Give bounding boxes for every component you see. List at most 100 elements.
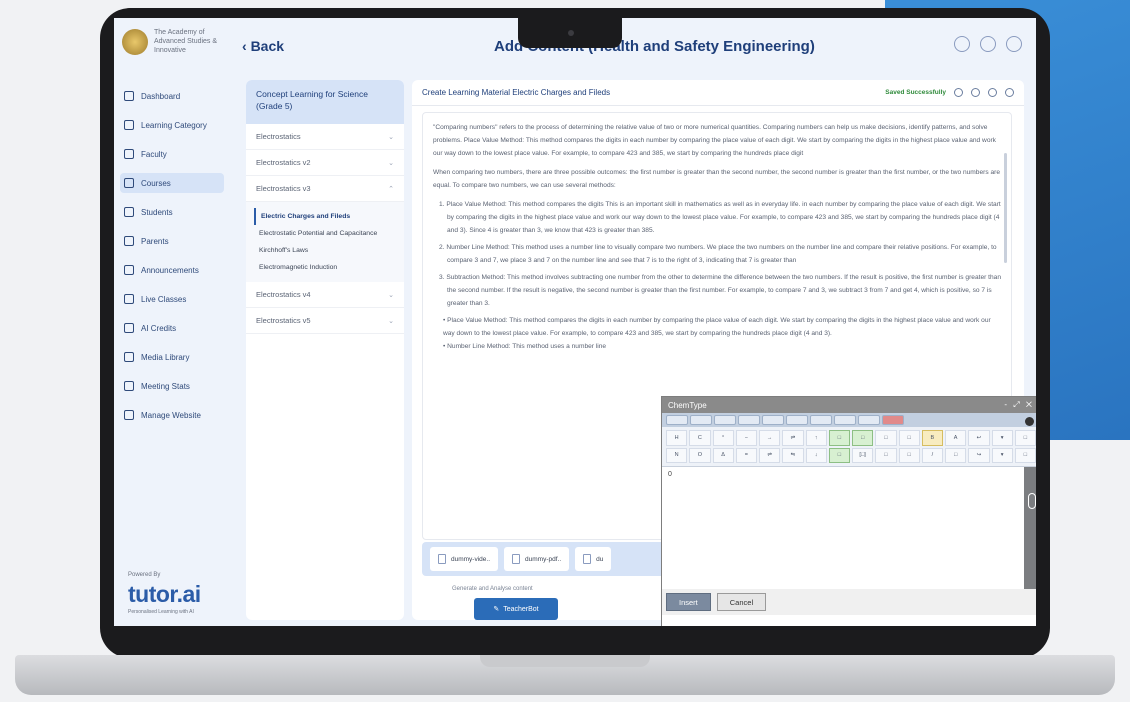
attachment-video[interactable]: dummy-vide.. [430, 547, 499, 571]
sidebar-item-parents[interactable]: Parents [120, 231, 224, 251]
content-header: Create Learning Material Electric Charge… [412, 80, 1024, 106]
expand-icon[interactable] [988, 88, 997, 97]
tool-cell[interactable]: H [666, 430, 688, 446]
chapter-label: Electrostatics v4 [256, 290, 311, 299]
chemtype-footer: Insert Cancel [662, 589, 1036, 615]
video-file-icon [438, 554, 446, 564]
tool-cell[interactable]: ⇌ [759, 447, 781, 463]
back-button[interactable]: ‹ Back [242, 38, 284, 54]
settings-gear-icon[interactable] [1006, 36, 1022, 52]
tool-cell[interactable]: C [689, 430, 711, 446]
lightbulb-icon[interactable] [954, 36, 970, 52]
cancel-button[interactable]: Cancel [716, 593, 767, 611]
tool-cell[interactable]: □ [875, 430, 897, 446]
org-logo[interactable]: The Academy of Advanced Studies & Innova… [122, 28, 224, 55]
tool-cell[interactable]: ↓ [805, 447, 827, 463]
attachment-file[interactable]: du [575, 547, 612, 571]
copy-icon[interactable] [971, 88, 980, 97]
tool-cell[interactable]: N [666, 447, 688, 463]
tab-greek[interactable] [690, 415, 712, 425]
tab-operators[interactable] [738, 415, 760, 425]
subtopic-item[interactable]: Electric Charges and Fileds [254, 208, 396, 225]
tab-arrows[interactable] [714, 415, 736, 425]
tool-cell[interactable]: □ [828, 430, 850, 446]
tool-cell[interactable]: □ [1014, 447, 1036, 463]
tool-cell[interactable]: □ [875, 447, 897, 463]
tab-functions[interactable] [858, 415, 880, 425]
tool-cell[interactable]: / [921, 447, 943, 463]
teacherbot-button[interactable]: ✎ TeacherBot [474, 598, 558, 620]
chapter-item[interactable]: Electrostatics v5 ⌄ [246, 308, 404, 334]
tool-cell[interactable]: ° [712, 430, 734, 446]
window-controls[interactable]: - ⤢ ✕ [1004, 400, 1034, 410]
chapter-item[interactable]: Electrostatics ⌄ [246, 124, 404, 150]
bullet-item: • Number Line Method: This method uses a… [443, 343, 607, 350]
tool-cell[interactable]: − [735, 430, 757, 446]
subtopic-item[interactable]: Electromagnetic Induction [254, 259, 396, 276]
tool-cell[interactable]: = [735, 447, 757, 463]
list-item: 1. Place Value Method: This method compa… [439, 201, 1001, 234]
sidebar-item-label: AI Credits [141, 323, 177, 333]
chapter-item[interactable]: Electrostatics v4 ⌄ [246, 282, 404, 308]
tab-format[interactable] [834, 415, 856, 425]
info-icon[interactable] [1005, 88, 1014, 97]
font-select[interactable]: ▾ [991, 430, 1013, 446]
scroll-knob-icon[interactable] [1028, 493, 1036, 509]
sidebar-item-dashboard[interactable]: Dashboard [120, 86, 224, 106]
sidebar-item-label: Students [141, 207, 173, 217]
tool-cell[interactable]: O [689, 447, 711, 463]
tool-cell[interactable]: Δ [712, 447, 734, 463]
chemtype-toolbar: H C ° − → ⇌ ↑ □ □ □ □ B A ↩ ▾ □ N O Δ = ⇌ ⇋ ↓ □ [□] □ □ / □ ↪ ▾ □ [662, 427, 1036, 467]
tool-cell[interactable]: □ [852, 430, 874, 446]
tool-cell[interactable]: ⇋ [782, 447, 804, 463]
sidebar-item-manage-website[interactable]: Manage Website [120, 405, 224, 425]
tool-cell[interactable]: □ [945, 447, 967, 463]
course-heading: Concept Learning for Science (Grade 5) [246, 80, 404, 124]
sidebar-item-courses[interactable]: Courses [120, 173, 224, 193]
chapter-item-expanded[interactable]: Electrostatics v3 ⌃ [246, 176, 404, 202]
sidebar-item-live-classes[interactable]: Live Classes [120, 289, 224, 309]
tool-cell[interactable]: □ [898, 430, 920, 446]
tool-cell[interactable]: [□] [852, 447, 874, 463]
tab-scripts[interactable] [786, 415, 808, 425]
sidebar-item-meeting-stats[interactable]: Meeting Stats [120, 376, 224, 396]
sidebar-item-media-library[interactable]: Media Library [120, 347, 224, 367]
laptop-base-notch [480, 655, 650, 667]
tab-brackets[interactable] [810, 415, 832, 425]
subtopic-item[interactable]: Electrostatic Potential and Capacitance [254, 225, 396, 242]
subtopic-item[interactable]: Kirchhoff's Laws [254, 242, 396, 259]
attachment-pdf[interactable]: dummy-pdf.. [504, 547, 570, 571]
tool-cell[interactable]: → [759, 430, 781, 446]
tab-matrices[interactable] [762, 415, 784, 425]
tool-cell[interactable]: ↩ [968, 430, 990, 446]
sidebar-item-faculty[interactable]: Faculty [120, 144, 224, 164]
tool-cell[interactable]: □ [828, 447, 850, 463]
preview-icon[interactable] [954, 88, 963, 97]
tool-cell[interactable]: □ [1014, 430, 1036, 446]
notification-bell-icon[interactable] [980, 36, 996, 52]
tool-cell[interactable]: □ [898, 447, 920, 463]
sidebar-item-students[interactable]: Students [120, 202, 224, 222]
play-icon [124, 294, 134, 304]
tool-cell[interactable]: ↑ [805, 430, 827, 446]
tool-cell[interactable]: A [945, 430, 967, 446]
tool-cell[interactable]: ⇌ [782, 430, 804, 446]
insert-button[interactable]: Insert [666, 593, 711, 611]
sidebar-item-learning-category[interactable]: Learning Category [120, 115, 224, 135]
tab-chem[interactable] [882, 415, 904, 425]
chemtype-editor[interactable]: 0 [662, 467, 1036, 589]
sidebar-item-ai-credits[interactable]: AI Credits [120, 318, 224, 338]
sidebar: The Academy of Advanced Studies & Innova… [114, 18, 228, 626]
editor-scrollbar[interactable] [1004, 153, 1007, 263]
sidebar-item-announcements[interactable]: Announcements [120, 260, 224, 280]
tab-symbols[interactable] [666, 415, 688, 425]
chemtype-titlebar[interactable]: ChemType - ⤢ ✕ [662, 397, 1036, 413]
tool-cell[interactable]: B [921, 430, 943, 446]
editor-scrollbar[interactable] [1024, 467, 1036, 589]
header-icons [954, 36, 1022, 52]
chapter-item[interactable]: Electrostatics v2 ⌄ [246, 150, 404, 176]
help-icon[interactable] [1025, 417, 1034, 426]
tool-cell[interactable]: ↪ [968, 447, 990, 463]
size-select[interactable]: ▾ [991, 447, 1013, 463]
brand-tagline: Personalised Learning with AI [128, 609, 194, 615]
